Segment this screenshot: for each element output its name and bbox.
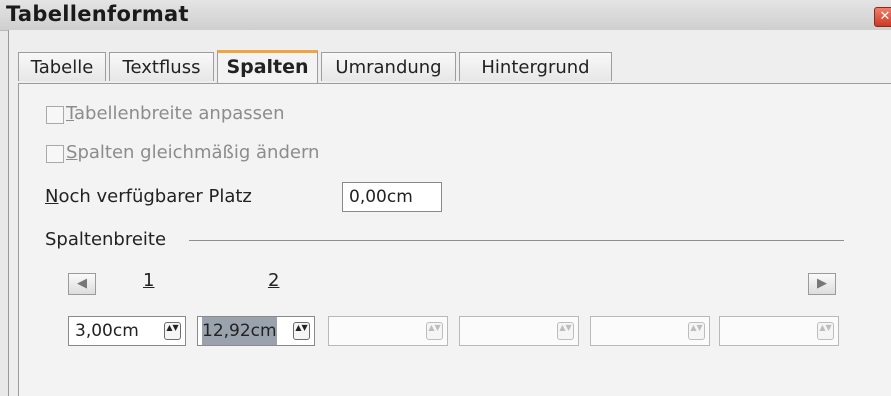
tab-spalten[interactable]: Spalten — [217, 50, 318, 84]
column-width-spin-3[interactable]: ▲▼ — [328, 316, 448, 346]
remaining-space-field: 0,00cm — [342, 182, 442, 212]
spin-arrows-icon[interactable]: ▲▼ — [557, 322, 574, 340]
arrow-right-icon[interactable]: ▶ — [808, 273, 836, 295]
column-width-value-1[interactable]: 3,00cm — [75, 317, 139, 345]
tab-umrandung[interactable]: Umrandung — [321, 52, 456, 81]
even-columns-checkbox[interactable] — [46, 145, 64, 163]
column-width-section-label: Spaltenbreite — [45, 229, 167, 250]
column-number-1: 1 — [143, 270, 155, 291]
adapt-table-width-label: Tabellenbreite anpassen — [66, 103, 285, 124]
column-width-spin-2[interactable]: 12,92cm ▲▼ — [197, 316, 315, 346]
spin-arrows-icon[interactable]: ▲▼ — [293, 322, 310, 340]
tab-tabelle[interactable]: Tabelle — [18, 52, 106, 81]
remaining-space-label: Noch verfügbarer Platz — [45, 186, 252, 207]
column-number-2: 2 — [268, 270, 280, 291]
section-separator — [189, 240, 844, 241]
tab-textfluss[interactable]: Textfluss — [109, 52, 214, 81]
close-icon[interactable]: ✕ — [874, 7, 891, 27]
tab-hintergrund[interactable]: Hintergrund — [459, 52, 612, 81]
adapt-table-width-checkbox[interactable] — [46, 106, 64, 124]
column-width-spin-6[interactable]: ▲▼ — [719, 316, 839, 346]
column-width-value-2[interactable]: 12,92cm — [202, 317, 277, 345]
title-bar: Tabellenformat ✕ — [0, 0, 891, 31]
spin-arrows-icon[interactable]: ▲▼ — [164, 322, 181, 340]
spin-arrows-icon[interactable]: ▲▼ — [817, 322, 834, 340]
arrow-left-icon[interactable]: ◀ — [68, 273, 96, 295]
column-width-spin-1[interactable]: 3,00cm ▲▼ — [68, 316, 186, 346]
even-columns-label: Spalten gleichmäßig ändern — [66, 142, 320, 163]
column-width-spin-5[interactable]: ▲▼ — [590, 316, 710, 346]
spin-arrows-icon[interactable]: ▲▼ — [688, 322, 705, 340]
spin-arrows-icon[interactable]: ▲▼ — [426, 322, 443, 340]
column-width-spin-4[interactable]: ▲▼ — [459, 316, 579, 346]
window-title: Tabellenformat — [6, 2, 189, 26]
